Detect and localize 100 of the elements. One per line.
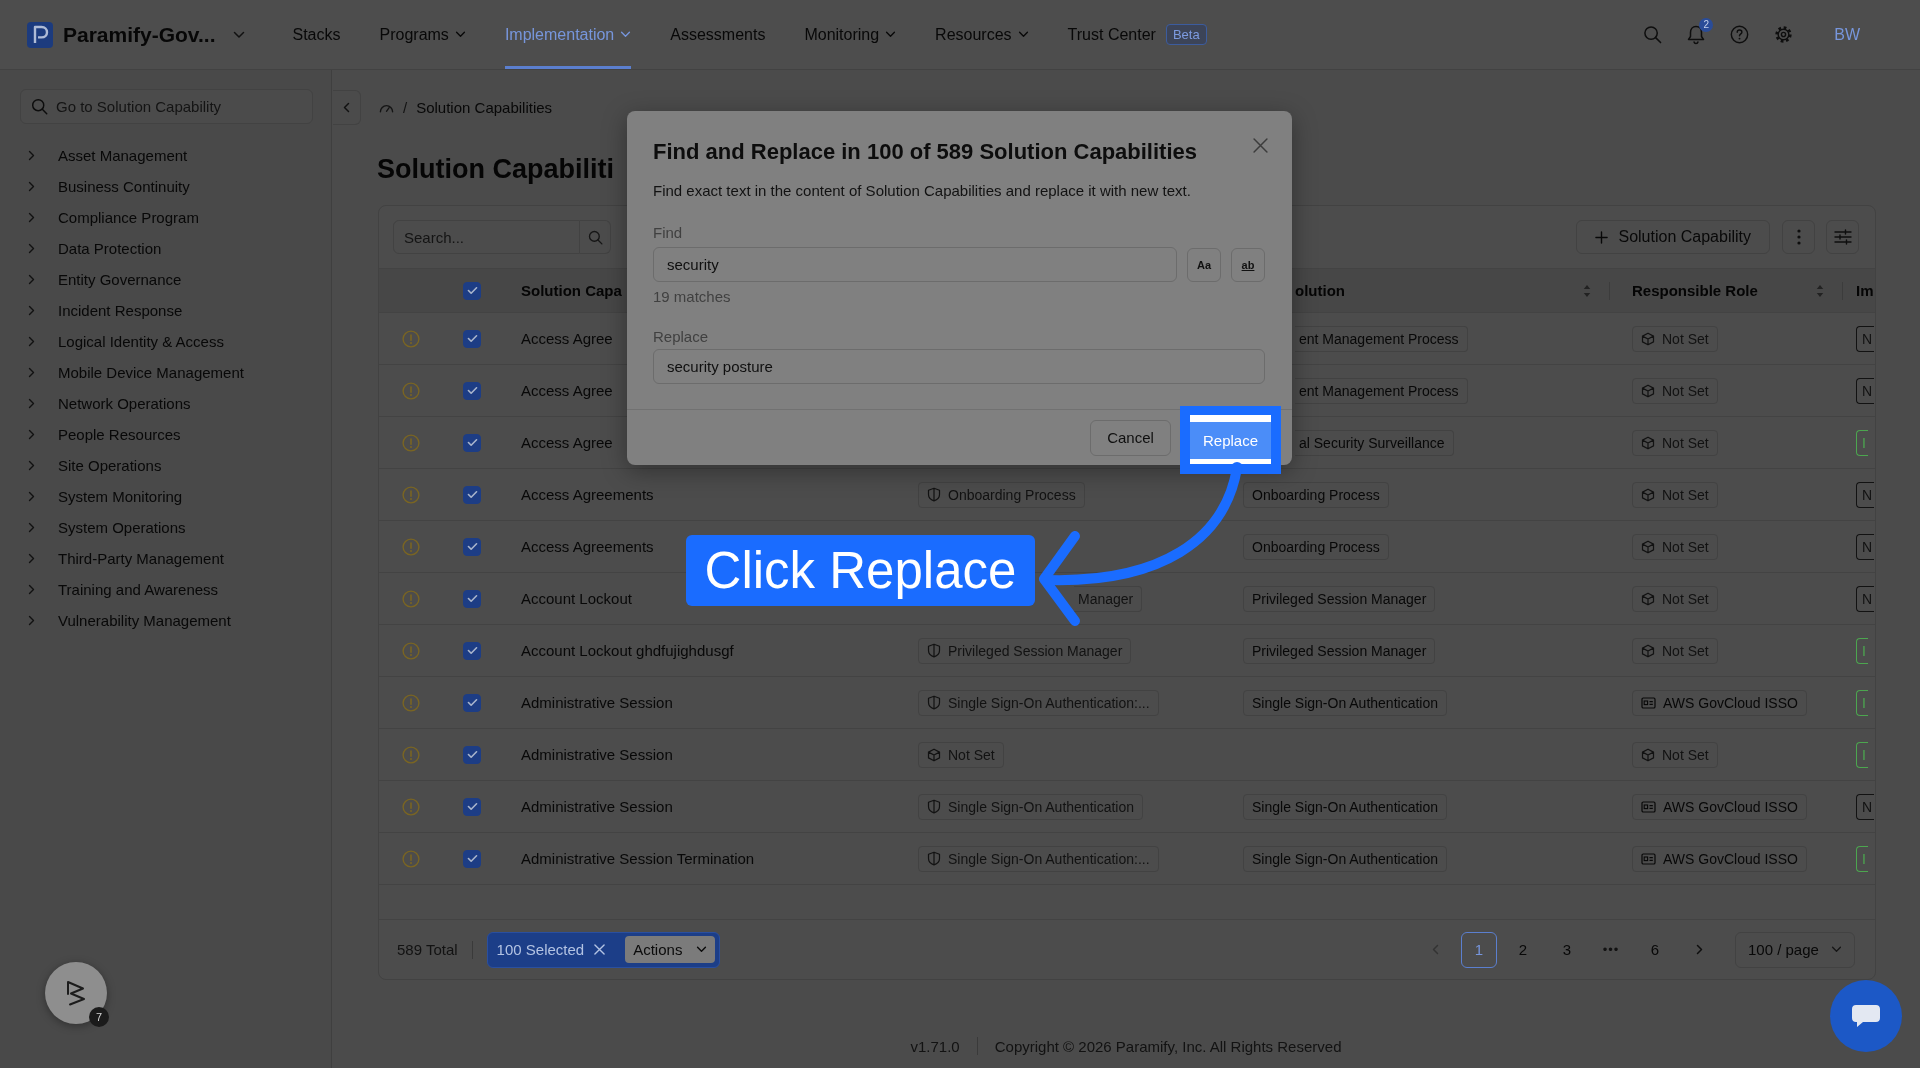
- replace-field[interactable]: security posture: [653, 349, 1265, 384]
- search-field[interactable]: Search...: [393, 220, 580, 254]
- tag[interactable]: Not Set: [1632, 377, 1718, 404]
- status-tag[interactable]: N: [1856, 793, 1875, 820]
- chevron-right-icon[interactable]: [28, 336, 35, 347]
- actions-dropdown[interactable]: Actions: [625, 936, 716, 963]
- sidebar-item[interactable]: Business Continuity: [20, 171, 313, 202]
- find-field[interactable]: security: [653, 247, 1177, 282]
- row-checkbox[interactable]: [463, 381, 481, 400]
- sidebar-item[interactable]: Asset Management: [20, 140, 313, 171]
- collapse-sidebar-button[interactable]: [333, 90, 361, 125]
- status-tag[interactable]: N: [1856, 377, 1875, 404]
- chevron-right-icon[interactable]: [28, 584, 35, 595]
- status-tag[interactable]: I: [1856, 637, 1868, 664]
- row-checkbox[interactable]: [463, 329, 481, 348]
- sidebar-item[interactable]: Mobile Device Management: [20, 357, 313, 388]
- close-icon[interactable]: [594, 944, 606, 955]
- sidebar-item[interactable]: Vulnerability Management: [20, 605, 313, 636]
- tag[interactable]: Single Sign-On Authentication: [918, 793, 1143, 820]
- sidebar-item[interactable]: Incident Response: [20, 295, 313, 326]
- sidebar-item[interactable]: People Resources: [20, 419, 313, 450]
- tag[interactable]: AWS GovCloud ISSO: [1632, 845, 1807, 872]
- tag[interactable]: ent Management Process: [1295, 377, 1468, 404]
- chevron-right-icon[interactable]: [28, 181, 35, 192]
- whole-word-toggle[interactable]: ab: [1231, 247, 1265, 282]
- tag[interactable]: ent Management Process: [1295, 325, 1468, 352]
- workspace-name[interactable]: Paramify-Gov...: [63, 22, 216, 47]
- chevron-right-icon[interactable]: [28, 429, 35, 440]
- sidebar-item[interactable]: System Monitoring: [20, 481, 313, 512]
- chevron-right-icon[interactable]: [28, 150, 35, 161]
- status-tag[interactable]: N: [1856, 585, 1875, 612]
- cancel-button[interactable]: Cancel: [1090, 419, 1171, 456]
- status-tag[interactable]: N: [1856, 533, 1875, 560]
- settings-icon[interactable]: [1774, 25, 1794, 44]
- select-all-checkbox[interactable]: [463, 281, 481, 300]
- tag[interactable]: Manager: [1074, 585, 1143, 612]
- sidebar-item[interactable]: Network Operations: [20, 388, 313, 419]
- nav-tab[interactable]: Assessments: [670, 0, 766, 69]
- tag[interactable]: Not Set: [1632, 325, 1718, 352]
- chevron-right-icon[interactable]: [28, 553, 35, 564]
- add-button[interactable]: Solution Capability: [1576, 220, 1770, 254]
- tag[interactable]: Single Sign-On Authentication: [1243, 793, 1447, 820]
- tag[interactable]: Not Set: [1632, 429, 1718, 456]
- chevron-right-icon[interactable]: [28, 522, 35, 533]
- page-button[interactable]: 2: [1505, 931, 1541, 968]
- sort-icon[interactable]: [1583, 283, 1591, 298]
- sidebar-item[interactable]: System Operations: [20, 512, 313, 543]
- row-checkbox[interactable]: [463, 641, 481, 660]
- nav-tab[interactable]: Implementation: [504, 0, 632, 69]
- sidebar-item[interactable]: Compliance Program: [20, 202, 313, 233]
- nav-tab[interactable]: Stacks: [292, 0, 341, 69]
- nav-tab[interactable]: Trust Center Beta: [1067, 0, 1207, 69]
- page-size-select[interactable]: 100 / page: [1735, 931, 1855, 968]
- chevron-right-icon[interactable]: [28, 367, 35, 378]
- sidebar-item[interactable]: Site Operations: [20, 450, 313, 481]
- tag[interactable]: Onboarding Process: [1243, 533, 1389, 560]
- column-settings-button[interactable]: [1826, 220, 1859, 254]
- gauge-icon[interactable]: [379, 102, 394, 113]
- match-case-toggle[interactable]: Aa: [1187, 247, 1221, 282]
- page-button[interactable]: 6: [1637, 931, 1673, 968]
- page-button[interactable]: 3: [1549, 931, 1585, 968]
- tag[interactable]: AWS GovCloud ISSO: [1632, 689, 1807, 716]
- sidebar-item[interactable]: Data Protection: [20, 233, 313, 264]
- row-checkbox[interactable]: [463, 589, 481, 608]
- tag[interactable]: AWS GovCloud ISSO: [1632, 793, 1807, 820]
- chevron-down-icon[interactable]: [232, 30, 245, 39]
- chevron-right-icon[interactable]: [28, 615, 35, 626]
- search-button[interactable]: [580, 220, 611, 254]
- chevron-right-icon[interactable]: [28, 243, 35, 254]
- tag[interactable]: Privileged Session Manager: [1243, 637, 1436, 664]
- user-initials[interactable]: BW: [1834, 25, 1860, 44]
- row-checkbox[interactable]: [463, 433, 481, 452]
- tag[interactable]: Onboarding Process: [918, 481, 1085, 508]
- nav-tab[interactable]: Programs: [379, 0, 466, 69]
- status-tag[interactable]: N: [1856, 481, 1875, 508]
- more-options-button[interactable]: [1782, 220, 1815, 254]
- tag[interactable]: Single Sign-On Authentication:...: [918, 845, 1159, 872]
- search-icon[interactable]: [1643, 25, 1663, 44]
- help-icon[interactable]: [1730, 25, 1750, 44]
- nav-tab[interactable]: Monitoring: [804, 0, 897, 69]
- more-pages-button[interactable]: •••: [1593, 931, 1629, 968]
- chevron-right-icon[interactable]: [28, 460, 35, 471]
- row-checkbox[interactable]: [463, 485, 481, 504]
- row-checkbox[interactable]: [463, 797, 481, 816]
- tag[interactable]: Not Set: [1632, 585, 1718, 612]
- bell-icon[interactable]: [1687, 24, 1706, 45]
- row-checkbox[interactable]: [463, 693, 481, 712]
- tag[interactable]: Privileged Session Manager: [918, 637, 1132, 664]
- tag[interactable]: al Security Surveillance: [1295, 429, 1454, 456]
- replace-button[interactable]: Replace: [1190, 421, 1271, 459]
- chevron-right-icon[interactable]: [28, 212, 35, 223]
- chevron-right-icon[interactable]: [28, 491, 35, 502]
- chevron-right-icon[interactable]: [28, 398, 35, 409]
- nav-tab[interactable]: Resources: [935, 0, 1029, 69]
- tag[interactable]: Not Set: [918, 741, 1004, 768]
- tag[interactable]: Not Set: [1632, 637, 1718, 664]
- row-checkbox[interactable]: [463, 537, 481, 556]
- page-button[interactable]: 1: [1461, 931, 1497, 968]
- row-checkbox[interactable]: [463, 745, 481, 764]
- brand-logo-icon[interactable]: [27, 21, 53, 48]
